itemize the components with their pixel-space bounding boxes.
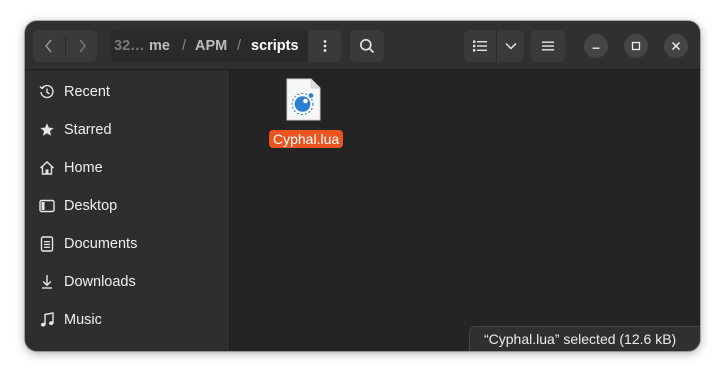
list-view-icon	[473, 40, 487, 52]
lua-file-icon	[286, 78, 321, 121]
chevron-down-icon	[504, 42, 517, 50]
breadcrumb-separator: /	[237, 38, 242, 54]
view-buttons	[464, 30, 524, 62]
sidebar-item-home[interactable]: Home	[25, 149, 229, 187]
path-menu-button[interactable]	[308, 30, 341, 62]
home-icon	[39, 160, 55, 176]
sidebar: Recent Starred Home Desktop Documents Do…	[25, 70, 230, 351]
minimize-icon	[592, 47, 600, 49]
music-icon	[39, 312, 55, 328]
file-view: Cyphal.lua	[230, 70, 700, 351]
minimize-button[interactable]	[584, 34, 608, 58]
sidebar-item-music[interactable]: Music	[25, 301, 229, 339]
breadcrumb-home[interactable]: me	[149, 30, 170, 62]
status-bar: “Cyphal.lua” selected (12.6 kB)	[469, 326, 700, 351]
download-icon	[39, 274, 55, 290]
breadcrumb-current[interactable]: scripts	[251, 30, 299, 62]
vertical-dots-icon	[323, 40, 327, 52]
sidebar-item-recent[interactable]: Recent	[25, 73, 229, 111]
maximize-button[interactable]	[624, 34, 648, 58]
sidebar-item-label: Recent	[64, 84, 110, 100]
search-button[interactable]	[350, 30, 384, 62]
sidebar-item-label: Starred	[64, 122, 112, 138]
navigation-buttons	[33, 30, 97, 62]
path-bar: 32… me / APM / scripts	[111, 30, 341, 62]
file-item[interactable]: Cyphal.lua	[264, 76, 344, 148]
file-name-label: Cyphal.lua	[269, 130, 344, 148]
desktop-icon	[39, 198, 55, 214]
sidebar-item-downloads[interactable]: Downloads	[25, 263, 229, 301]
main-menu-button[interactable]	[531, 30, 565, 62]
sidebar-item-label: Music	[64, 312, 102, 328]
sidebar-item-label: Downloads	[64, 274, 136, 290]
sidebar-item-desktop[interactable]: Desktop	[25, 187, 229, 225]
list-view-button[interactable]	[464, 30, 496, 62]
breadcrumb-separator: /	[182, 38, 187, 54]
breadcrumb-apm[interactable]: APM	[195, 30, 227, 62]
view-options-button[interactable]	[497, 30, 524, 62]
hamburger-menu-icon	[542, 41, 554, 51]
star-icon	[39, 122, 55, 138]
header-bar: 32… me / APM / scripts	[25, 21, 700, 70]
close-button[interactable]	[664, 34, 688, 58]
maximize-icon	[631, 41, 641, 51]
clock-icon	[39, 84, 55, 100]
sidebar-item-starred[interactable]: Starred	[25, 111, 229, 149]
chevron-right-icon	[79, 39, 86, 53]
search-icon	[360, 39, 375, 54]
close-icon	[671, 41, 681, 51]
chevron-left-icon	[45, 39, 52, 53]
breadcrumb-truncated[interactable]: 32…	[114, 30, 145, 62]
sidebar-item-documents[interactable]: Documents	[25, 225, 229, 263]
back-button[interactable]	[33, 30, 65, 62]
file-manager-window: 32… me / APM / scripts Recent Starred Ho…	[25, 21, 700, 351]
forward-button[interactable]	[66, 30, 98, 62]
document-icon	[39, 236, 55, 252]
sidebar-item-label: Documents	[64, 236, 138, 252]
sidebar-item-label: Home	[64, 160, 103, 176]
sidebar-item-label: Desktop	[64, 198, 118, 214]
